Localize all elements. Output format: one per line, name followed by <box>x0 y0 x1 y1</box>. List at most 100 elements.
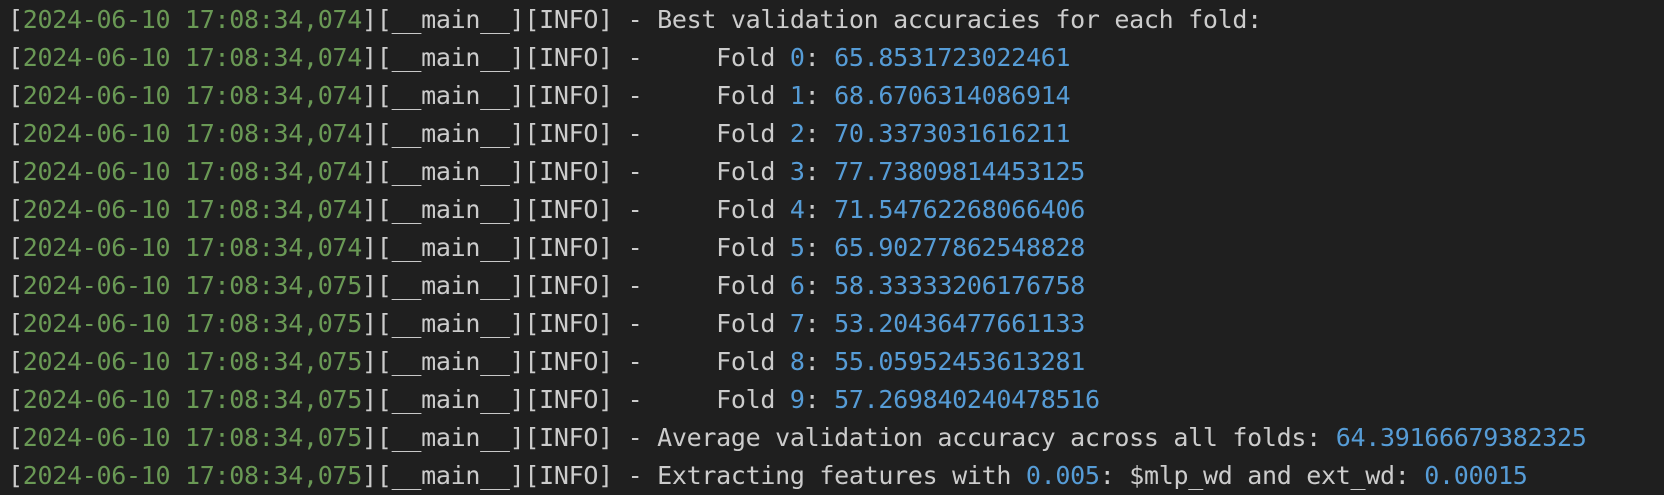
bracket: ][ <box>509 271 540 300</box>
bracket: [ <box>8 271 23 300</box>
log-level: INFO <box>539 157 599 186</box>
bracket: ] <box>598 157 613 186</box>
bracket: ] <box>598 461 613 490</box>
terminal-output[interactable]: [2024-06-10 17:08:34,074][__main__][INFO… <box>0 0 1664 493</box>
bracket: ][ <box>509 461 540 490</box>
log-module: __main__ <box>391 195 510 224</box>
bracket: ][ <box>362 157 392 186</box>
log-timestamp: 2024-06-10 17:08:34,075 <box>22 385 363 414</box>
log-module: __main__ <box>391 461 510 490</box>
bracket: [ <box>8 233 23 262</box>
bracket: ] <box>598 385 613 414</box>
log-line: [2024-06-10 17:08:34,074][__main__][INFO… <box>8 1 1664 39</box>
bracket: ][ <box>509 43 540 72</box>
bracket: [ <box>8 423 23 452</box>
bracket: ] <box>598 195 613 224</box>
bracket: ][ <box>362 385 392 414</box>
bracket: ] <box>598 81 613 110</box>
bracket: ][ <box>509 347 540 376</box>
log-message: : <box>804 309 835 338</box>
bracket: ] <box>598 43 613 72</box>
log-number: 0.00015 <box>1424 461 1528 490</box>
bracket: ][ <box>362 347 392 376</box>
log-timestamp: 2024-06-10 17:08:34,075 <box>22 347 363 376</box>
log-line: [2024-06-10 17:08:34,074][__main__][INFO… <box>8 191 1664 229</box>
log-timestamp: 2024-06-10 17:08:34,075 <box>22 461 363 490</box>
log-message: - Fold <box>612 309 790 338</box>
bracket: ][ <box>362 5 392 34</box>
log-module: __main__ <box>391 43 510 72</box>
bracket: ] <box>598 119 613 148</box>
log-line: [2024-06-10 17:08:34,074][__main__][INFO… <box>8 229 1664 267</box>
bracket: [ <box>8 43 23 72</box>
log-message: : <box>804 347 835 376</box>
log-number: 6 <box>789 271 805 300</box>
log-message: - Fold <box>612 157 790 186</box>
log-number: 65.90277862548828 <box>834 233 1085 262</box>
log-number: 4 <box>789 195 805 224</box>
log-number: 8 <box>789 347 805 376</box>
log-message: : <box>804 271 835 300</box>
bracket: ][ <box>509 385 540 414</box>
log-number: 57.269840240478516 <box>834 385 1100 414</box>
bracket: [ <box>8 5 23 34</box>
bracket: ][ <box>362 461 392 490</box>
log-line: [2024-06-10 17:08:34,074][__main__][INFO… <box>8 39 1664 77</box>
log-module: __main__ <box>391 385 510 414</box>
log-level: INFO <box>539 271 599 300</box>
log-number: 0 <box>789 43 805 72</box>
log-line: [2024-06-10 17:08:34,074][__main__][INFO… <box>8 115 1664 153</box>
log-message: - Fold <box>612 347 790 376</box>
log-line: [2024-06-10 17:08:34,075][__main__][INFO… <box>8 267 1664 305</box>
log-message: - Fold <box>612 43 790 72</box>
log-level: INFO <box>539 195 599 224</box>
log-timestamp: 2024-06-10 17:08:34,074 <box>22 233 363 262</box>
log-number: 3 <box>789 157 805 186</box>
log-module: __main__ <box>391 119 510 148</box>
bracket: ] <box>598 271 613 300</box>
log-number: 53.20436477661133 <box>834 309 1085 338</box>
log-level: INFO <box>539 423 599 452</box>
bracket: [ <box>8 309 23 338</box>
log-module: __main__ <box>391 347 510 376</box>
bracket: ][ <box>509 81 540 110</box>
log-line: [2024-06-10 17:08:34,074][__main__][INFO… <box>8 153 1664 191</box>
log-number: 70.3373031616211 <box>834 119 1071 148</box>
log-timestamp: 2024-06-10 17:08:34,074 <box>22 119 363 148</box>
log-module: __main__ <box>391 233 510 262</box>
bracket: ] <box>598 423 613 452</box>
log-message: : <box>804 43 835 72</box>
bracket: ][ <box>362 81 392 110</box>
log-number: 77.73809814453125 <box>834 157 1085 186</box>
log-line: [2024-06-10 17:08:34,075][__main__][INFO… <box>8 343 1664 381</box>
bracket: ][ <box>362 119 392 148</box>
log-level: INFO <box>539 347 599 376</box>
log-number: 55.05952453613281 <box>834 347 1085 376</box>
log-number: 5 <box>789 233 805 262</box>
log-timestamp: 2024-06-10 17:08:34,075 <box>22 423 363 452</box>
log-number: 58.33333206176758 <box>834 271 1085 300</box>
bracket: ] <box>598 347 613 376</box>
log-module: __main__ <box>391 309 510 338</box>
bracket: ][ <box>362 233 392 262</box>
log-level: INFO <box>539 43 599 72</box>
bracket: ][ <box>509 423 540 452</box>
log-level: INFO <box>539 5 599 34</box>
log-module: __main__ <box>391 157 510 186</box>
log-timestamp: 2024-06-10 17:08:34,074 <box>22 195 363 224</box>
bracket: ] <box>598 5 613 34</box>
log-message: - Fold <box>612 233 790 262</box>
log-message: : <box>804 195 835 224</box>
log-message: - Average validation accuracy across all… <box>612 423 1336 452</box>
log-timestamp: 2024-06-10 17:08:34,074 <box>22 81 363 110</box>
log-message: : <box>804 119 835 148</box>
log-message: : <box>804 385 835 414</box>
log-number: 2 <box>789 119 805 148</box>
log-number: 1 <box>789 81 805 110</box>
log-number: 65.8531723022461 <box>834 43 1071 72</box>
log-message: - Best validation accuracies for each fo… <box>612 5 1263 34</box>
bracket: [ <box>8 81 23 110</box>
bracket: ][ <box>509 119 540 148</box>
bracket: ][ <box>362 271 392 300</box>
log-line: [2024-06-10 17:08:34,075][__main__][INFO… <box>8 419 1664 457</box>
